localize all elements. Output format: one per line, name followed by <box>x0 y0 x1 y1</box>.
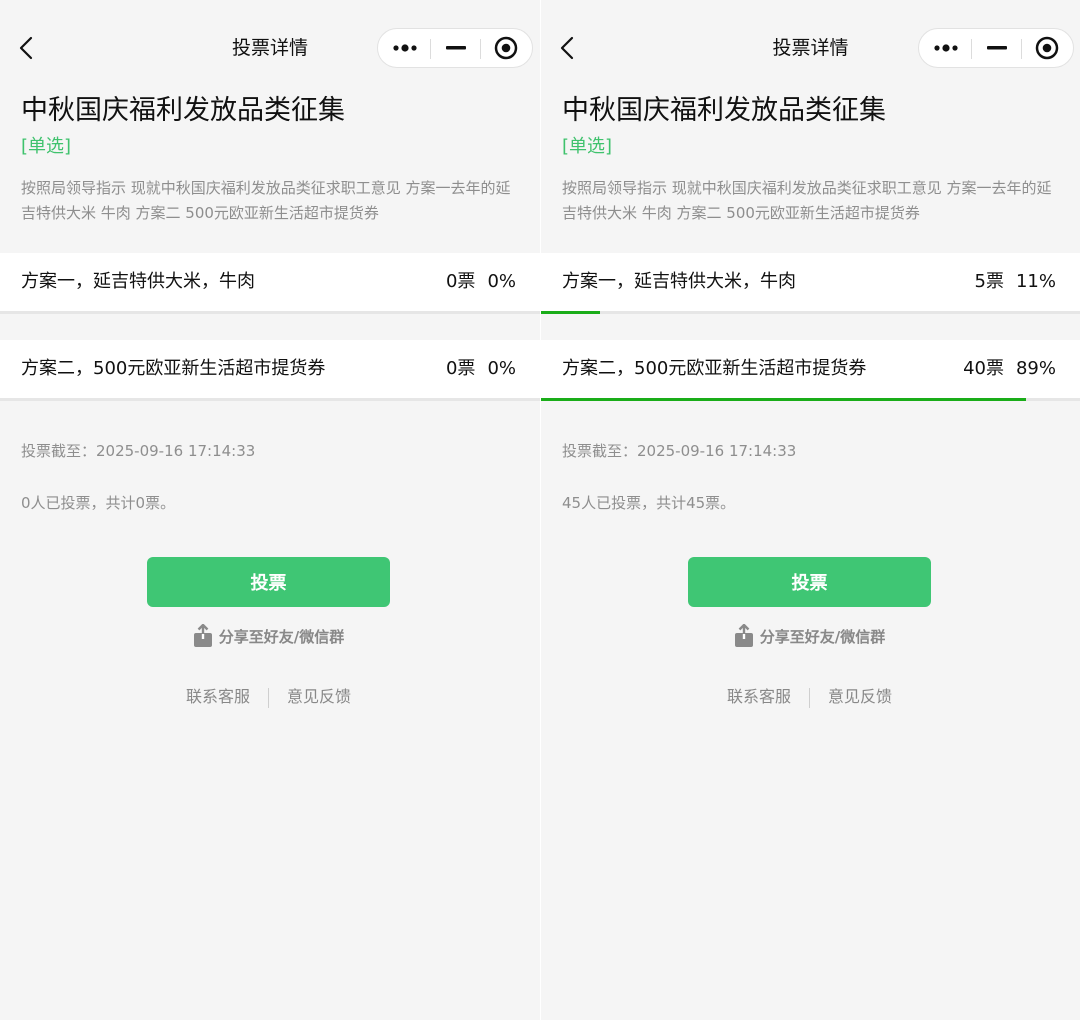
vote-deadline: 投票截至：2025-09-16 17:14:33 <box>562 442 797 460</box>
option-percent: 11% <box>1015 271 1056 292</box>
footer-links: 联系客服 意见反馈 <box>0 684 537 710</box>
share-link[interactable]: 分享至好友/微信群 <box>0 623 537 650</box>
option-votes: 0票 <box>445 271 476 292</box>
footer-separator <box>268 687 269 708</box>
more-dots-icon <box>934 44 958 52</box>
option-label: 方案一，延吉特供大米，牛肉 <box>21 271 255 292</box>
vote-button[interactable]: 投票 <box>688 557 931 607</box>
option-votes: 40票 <box>963 358 1004 379</box>
share-upload-icon <box>734 623 753 647</box>
vote-option-2[interactable]: 方案二，500元欧亚新生活超市提货券 40票 89% <box>541 340 1080 401</box>
more-dots-icon <box>393 44 417 52</box>
vote-type-tag: [单选] <box>21 136 72 157</box>
minimize-icon <box>987 46 1007 50</box>
feedback-link[interactable]: 意见反馈 <box>287 687 351 706</box>
vote-option-1[interactable]: 方案一，延吉特供大米，牛肉 0票 0% <box>0 253 540 314</box>
vote-title: 中秋国庆福利发放品类征集 <box>562 95 886 126</box>
vote-option-2[interactable]: 方案二，500元欧亚新生活超市提货券 0票 0% <box>0 340 540 401</box>
feedback-link[interactable]: 意见反馈 <box>828 687 892 706</box>
share-upload-icon <box>193 623 212 647</box>
vote-page-before: 投票详情 中秋国庆福利发放品类征集 [单选] 按照局领导指示 现就中秋国庆福利发… <box>0 0 540 1020</box>
target-close-icon <box>494 36 518 60</box>
option-label: 方案二，500元欧亚新生活超市提货券 <box>562 358 867 379</box>
mini-program-capsule <box>377 28 533 68</box>
mini-program-capsule <box>918 28 1074 68</box>
option-votes: 0票 <box>445 358 476 379</box>
option-label: 方案一，延吉特供大米，牛肉 <box>562 271 796 292</box>
target-close-icon <box>1035 36 1059 60</box>
vote-button[interactable]: 投票 <box>147 557 390 607</box>
more-button[interactable] <box>380 29 430 67</box>
minimize-button[interactable] <box>431 29 481 67</box>
footer-links: 联系客服 意见反馈 <box>541 684 1078 710</box>
vote-description: 按照局领导指示 现就中秋国庆福利发放品类征求职工意见 方案一去年的延吉特供大米 … <box>21 179 511 222</box>
footer-separator <box>809 687 810 708</box>
vote-summary: 45人已投票，共计45票。 <box>562 494 736 512</box>
vote-option-1[interactable]: 方案一，延吉特供大米，牛肉 5票 11% <box>541 253 1080 314</box>
minimize-icon <box>446 46 466 50</box>
option-progress-bar <box>541 311 601 314</box>
vote-deadline: 投票截至：2025-09-16 17:14:33 <box>21 442 256 460</box>
option-progress-bar <box>541 398 1027 401</box>
vote-type-tag: [单选] <box>562 136 613 157</box>
option-votes: 5票 <box>974 271 1004 292</box>
more-button[interactable] <box>921 29 971 67</box>
close-button[interactable] <box>1022 29 1072 67</box>
vote-description: 按照局领导指示 现就中秋国庆福利发放品类征求职工意见 方案一去年的延吉特供大米 … <box>562 179 1052 222</box>
option-label: 方案二，500元欧亚新生活超市提货券 <box>21 358 326 379</box>
option-percent: 0% <box>487 271 516 292</box>
option-percent: 0% <box>487 358 516 379</box>
vote-page-after: 投票详情 中秋国庆福利发放品类征集 [单选] 按照局领导指示 现就中秋国庆福利发… <box>541 0 1080 1020</box>
share-label: 分享至好友/微信群 <box>218 628 345 646</box>
share-label: 分享至好友/微信群 <box>759 628 886 646</box>
close-button[interactable] <box>481 29 531 67</box>
contact-support-link[interactable]: 联系客服 <box>727 687 791 706</box>
share-link[interactable]: 分享至好友/微信群 <box>541 623 1078 650</box>
vote-summary: 0人已投票，共计0票。 <box>21 494 176 512</box>
minimize-button[interactable] <box>972 29 1022 67</box>
contact-support-link[interactable]: 联系客服 <box>186 687 250 706</box>
option-percent: 89% <box>1015 358 1056 379</box>
vote-title: 中秋国庆福利发放品类征集 <box>21 95 345 126</box>
